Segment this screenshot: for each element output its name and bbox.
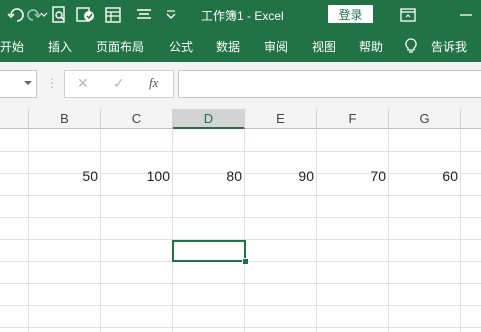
formula-buttons: ✕ ✓ fx (64, 70, 174, 98)
lightbulb-icon (405, 38, 417, 59)
worksheet-grid[interactable]: B C D E F G 50 100 80 90 70 60 (0, 109, 481, 332)
cell-c-value[interactable]: 100 (101, 165, 173, 187)
gridline (172, 129, 173, 332)
tab-view[interactable]: 视图 (312, 38, 336, 55)
gridline (0, 195, 481, 196)
gridline (100, 129, 101, 332)
fill-handle[interactable] (242, 258, 249, 265)
column-header-h[interactable] (461, 109, 481, 129)
gridline (0, 283, 481, 284)
cell-f-value[interactable]: 70 (317, 165, 389, 187)
row-header-corner[interactable] (0, 109, 29, 129)
tab-insert[interactable]: 插入 (48, 38, 72, 55)
redo-dropdown-icon[interactable] (39, 6, 49, 24)
ribbon-display-options-icon[interactable] (399, 6, 417, 24)
minimize-icon[interactable] (458, 6, 474, 24)
title-bar: 工作簿1 - Excel 登录 (0, 0, 481, 31)
tab-data[interactable]: 数据 (216, 38, 240, 55)
column-header-d[interactable]: D (173, 109, 245, 129)
cancel-icon[interactable]: ✕ (77, 75, 89, 92)
column-header-f[interactable]: F (317, 109, 389, 129)
cell-d-value[interactable]: 80 (173, 165, 245, 187)
column-header-c[interactable]: C (101, 109, 173, 129)
cell-b-value[interactable]: 50 (29, 165, 101, 187)
tab-home[interactable]: 开始 (0, 38, 24, 55)
align-icon[interactable] (134, 6, 154, 24)
tab-tell-me[interactable]: 告诉我 (431, 38, 467, 55)
chevron-down-icon[interactable] (24, 81, 32, 85)
tab-page-layout[interactable]: 页面布局 (96, 38, 144, 55)
gridline (0, 217, 481, 218)
column-header-b[interactable]: B (29, 109, 101, 129)
formula-input[interactable] (178, 70, 481, 98)
active-cell-selection[interactable] (172, 240, 246, 262)
cell-g-value[interactable]: 60 (389, 165, 461, 187)
column-header-e[interactable]: E (245, 109, 317, 129)
more-icon[interactable] (164, 6, 178, 24)
formula-bar-area: ⋮ ✕ ✓ fx (0, 62, 481, 109)
cell-e-value[interactable]: 90 (245, 165, 317, 187)
tab-review[interactable]: 审阅 (264, 38, 288, 55)
gridline (244, 129, 245, 332)
column-header-g[interactable]: G (389, 109, 461, 129)
gridline (316, 129, 317, 332)
splitter-handle[interactable]: ⋮ (46, 76, 58, 90)
name-box[interactable] (0, 70, 37, 98)
print-preview-icon[interactable] (50, 6, 68, 24)
login-button[interactable]: 登录 (328, 5, 373, 23)
touch-mode-icon[interactable] (76, 6, 96, 24)
gridline (0, 327, 481, 328)
gridline (388, 129, 389, 332)
tab-help[interactable]: 帮助 (359, 38, 383, 55)
undo-icon[interactable] (6, 6, 26, 24)
gridline (28, 129, 29, 332)
insert-function-button[interactable]: fx (149, 75, 158, 91)
tab-formulas[interactable]: 公式 (169, 38, 193, 55)
gridline (0, 305, 481, 306)
form-icon[interactable] (104, 6, 122, 24)
ribbon-tabs: 开始 插入 页面布局 公式 数据 审阅 视图 帮助 告诉我 (0, 31, 481, 62)
enter-icon[interactable]: ✓ (113, 75, 125, 92)
gridline (0, 151, 481, 152)
gridline (460, 129, 461, 332)
window-title: 工作簿1 - Excel (201, 9, 284, 23)
